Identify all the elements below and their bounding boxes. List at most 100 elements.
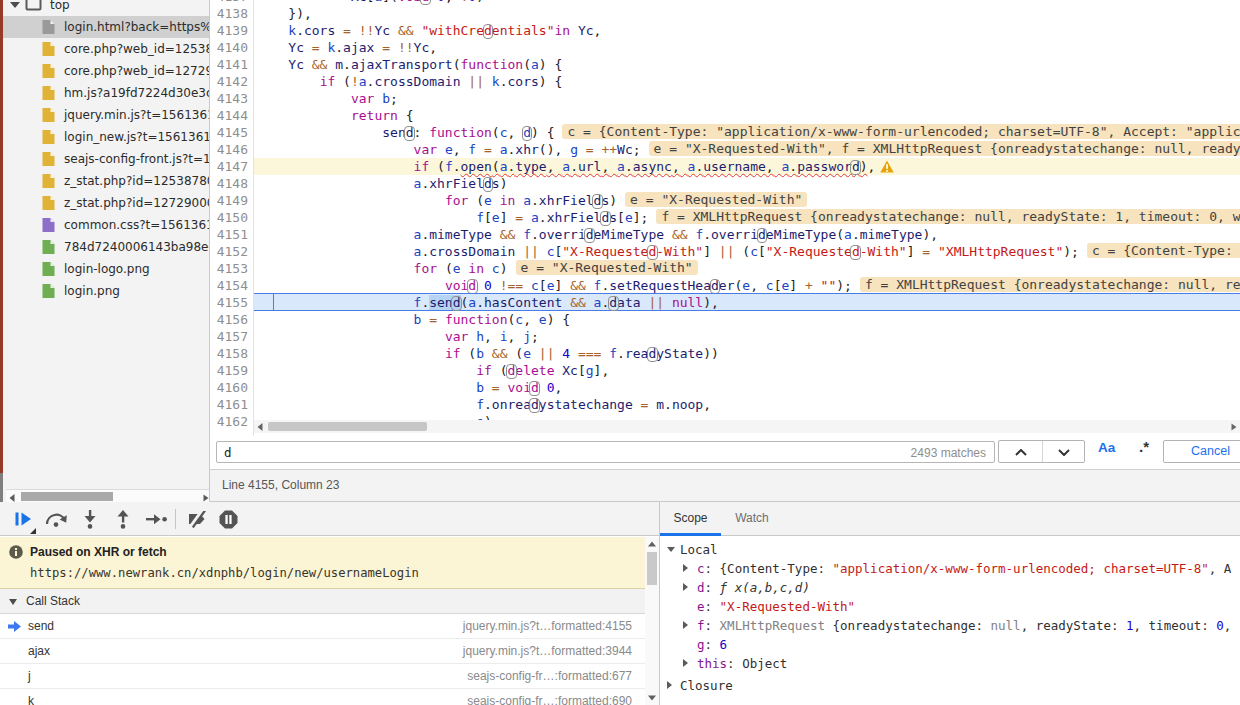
- line-number[interactable]: 4142: [217, 73, 248, 90]
- code-line[interactable]: if (f.open(a.type, a.url, a.async, a.use…: [254, 158, 894, 175]
- scope-variable[interactable]: e: "X-Requested-With": [660, 597, 1240, 616]
- file-type-icon: [42, 283, 55, 299]
- line-number[interactable]: 4155: [217, 294, 248, 311]
- line-number[interactable]: 4144: [217, 107, 248, 124]
- line-number[interactable]: 4152: [217, 243, 248, 260]
- scope-variable[interactable]: this: Object: [660, 654, 1240, 673]
- call-stack-section-header[interactable]: Call Stack: [0, 589, 645, 614]
- code-line[interactable]: }),: [254, 5, 312, 22]
- file-tree-item[interactable]: z_stat.php?id=12538780: [3, 170, 210, 192]
- match-case-toggle[interactable]: Aa: [1098, 440, 1115, 455]
- tab-scope[interactable]: Scope: [660, 502, 721, 535]
- line-number[interactable]: 4151: [217, 226, 248, 243]
- code-area[interactable]: Xc[a](void 0, !0) }), k.cors = !!Yc && "…: [254, 0, 1240, 436]
- line-number[interactable]: 4159: [217, 362, 248, 379]
- editor-scroll-thumb[interactable]: [268, 422, 427, 431]
- line-number[interactable]: 4140: [217, 39, 248, 56]
- code-line[interactable]: Yc && m.ajaxTransport(function(a) {: [254, 56, 562, 73]
- code-line[interactable]: b = function(c, e) {: [254, 311, 570, 328]
- file-tree-item[interactable]: 784d7240006143ba98ee: [3, 236, 210, 258]
- line-number[interactable]: 4157: [217, 328, 248, 345]
- code-line[interactable]: f[e] = a.xhrFields[e];f = XMLHttpRequest…: [254, 209, 1240, 226]
- scope-section[interactable]: Closure: [660, 676, 1240, 695]
- file-tree-item[interactable]: common.css?t=1561361: [3, 214, 210, 236]
- search-input[interactable]: d 2493 matches: [216, 441, 995, 463]
- regex-toggle[interactable]: .*: [1139, 438, 1149, 455]
- line-number[interactable]: 4150: [217, 209, 248, 226]
- code-line[interactable]: b = void 0,: [254, 379, 562, 396]
- file-tree-item[interactable]: login-logo.png: [3, 258, 210, 280]
- code-line[interactable]: k.cors = !!Yc && "withCredentials"in Yc,: [254, 22, 601, 39]
- code-line[interactable]: Yc = k.ajax = !!Yc,: [254, 39, 437, 56]
- line-number[interactable]: 4161: [217, 396, 248, 413]
- navigator-horizontal-scrollbar[interactable]: [6, 489, 210, 503]
- tree-root-frame[interactable]: top: [3, 0, 210, 16]
- code-line[interactable]: for (e in a.xhrFields)e = "X-Requested-W…: [254, 192, 807, 209]
- scope-section[interactable]: Local: [660, 540, 1240, 559]
- line-number[interactable]: 4154: [217, 277, 248, 294]
- drawer-vertical-scrollbar[interactable]: [645, 537, 659, 705]
- line-number[interactable]: 4138: [217, 5, 248, 22]
- scope-variable[interactable]: f: XMLHttpRequest {onreadystatechange: n…: [660, 616, 1240, 635]
- line-number[interactable]: 4145: [217, 124, 248, 141]
- step-into-button[interactable]: [83, 510, 97, 529]
- line-number[interactable]: 4143: [217, 90, 248, 107]
- line-number[interactable]: 4146: [217, 141, 248, 158]
- call-stack-frame[interactable]: sendjquery.min.js?t…formatted:4155: [0, 614, 645, 639]
- deactivate-breakpoints-button[interactable]: [186, 511, 209, 528]
- line-number[interactable]: 4158: [217, 345, 248, 362]
- call-stack-frame[interactable]: kseajs-config-fr…:formatted:690: [0, 689, 645, 705]
- line-number[interactable]: 4162: [217, 413, 248, 430]
- step-over-button[interactable]: [45, 512, 68, 527]
- line-number[interactable]: 4147: [217, 158, 248, 175]
- file-tree-item[interactable]: z_stat.php?id=12729000: [3, 192, 210, 214]
- line-number[interactable]: 4141: [217, 56, 248, 73]
- file-tree-item[interactable]: hm.js?a19fd7224d30e3c: [3, 82, 210, 104]
- call-stack-frame[interactable]: jseajs-config-fr…:formatted:677: [0, 664, 645, 689]
- code-line[interactable]: f.onreadystatechange = m.noop,: [254, 396, 711, 413]
- code-line[interactable]: return {: [254, 107, 414, 124]
- line-number[interactable]: 4153: [217, 260, 248, 277]
- file-tree-item[interactable]: seajs-config-front.js?t=1: [3, 148, 210, 170]
- code-line[interactable]: if (delete Xc[g],: [254, 362, 609, 379]
- search-previous-button[interactable]: [999, 441, 1042, 462]
- code-line[interactable]: a.mimeType && f.overrideMimeType && f.ov…: [254, 226, 938, 243]
- code-line[interactable]: if (!a.crossDomain || k.cors) {: [254, 73, 562, 90]
- search-next-button[interactable]: [1043, 441, 1086, 462]
- scope-variable[interactable]: g: 6: [660, 635, 1240, 654]
- file-tree-item[interactable]: login.png: [3, 280, 210, 302]
- tab-watch[interactable]: Watch: [721, 502, 783, 535]
- line-number[interactable]: 4149: [217, 192, 248, 209]
- file-tree-item[interactable]: jquery.min.js?t=1561361: [3, 104, 210, 126]
- line-number[interactable]: 4160: [217, 379, 248, 396]
- step-out-button[interactable]: [116, 510, 130, 529]
- file-tree-item[interactable]: login.html?back=https%: [3, 16, 210, 38]
- scope-variable[interactable]: c: {Content-Type: "application/x-www-for…: [660, 559, 1240, 578]
- file-tree-item[interactable]: core.php?web_id=12729: [3, 60, 210, 82]
- code-line[interactable]: if (b && (e || 4 === f.readyState)): [254, 345, 719, 362]
- editor-horizontal-scrollbar[interactable]: [254, 420, 1240, 433]
- call-stack-frame[interactable]: ajaxjquery.min.js?t…formatted:3944: [0, 639, 645, 664]
- line-number[interactable]: 4139: [217, 22, 248, 39]
- scope-variable[interactable]: d: ƒ x(a,b,c,d): [660, 578, 1240, 597]
- code-line[interactable]: f.send(a.hasContent && a.data || null),: [254, 294, 719, 311]
- drawer-scroll-thumb[interactable]: [647, 552, 657, 585]
- step-button[interactable]: [146, 514, 168, 525]
- navigator-scroll-thumb[interactable]: [21, 492, 113, 501]
- pause-on-exceptions-button[interactable]: [219, 510, 238, 529]
- file-tree-item[interactable]: core.php?web_id=12538: [3, 38, 210, 60]
- warning-icon[interactable]: [880, 160, 894, 173]
- file-tree-item[interactable]: login_new.js?t=1561361: [3, 126, 210, 148]
- code-line[interactable]: a.xhrFields): [254, 175, 508, 192]
- code-line[interactable]: var e, f = a.xhr(), g = ++Wc;e = "X-Requ…: [254, 141, 1240, 158]
- resume-script-button[interactable]: [14, 510, 33, 528]
- code-line[interactable]: var h, i, j;: [254, 328, 539, 345]
- code-line[interactable]: send: function(c, d) {c = {Content-Type:…: [254, 124, 1240, 141]
- search-cancel-button[interactable]: Cancel: [1163, 440, 1240, 463]
- code-line[interactable]: for (e in c)e = "X-Requested-With": [254, 260, 698, 277]
- line-number[interactable]: 4156: [217, 311, 248, 328]
- code-line[interactable]: void 0 !== c[e] && f.setRequestHeader(e,…: [254, 277, 1240, 294]
- line-number[interactable]: 4148: [217, 175, 248, 192]
- code-line[interactable]: var b;: [254, 90, 398, 107]
- code-line[interactable]: a.crossDomain || c["X-Requested-With"] |…: [254, 243, 1240, 260]
